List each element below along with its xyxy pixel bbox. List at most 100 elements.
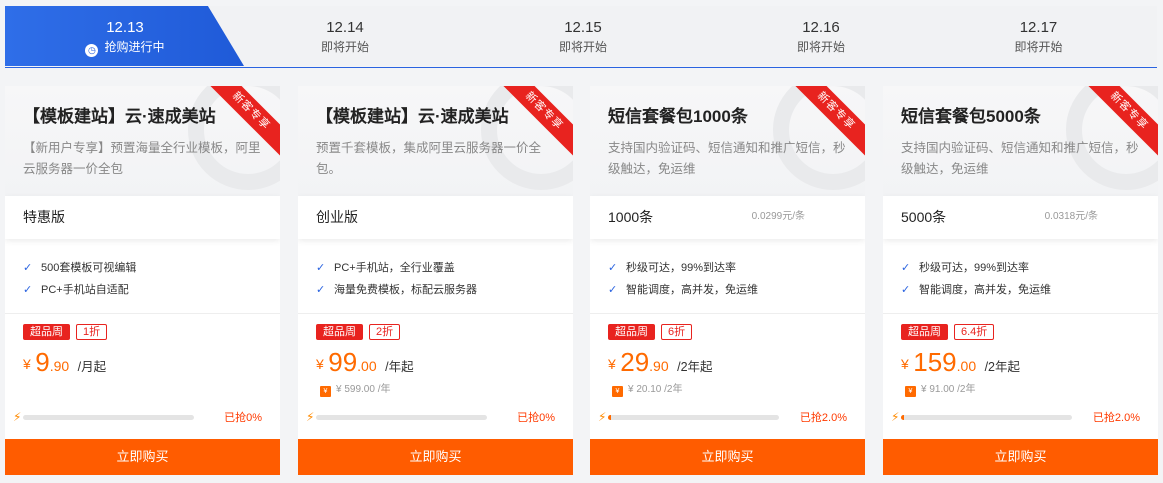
- price-period: /月起: [77, 360, 107, 374]
- promo-badges: 超品周 6折: [608, 324, 693, 340]
- buy-now-button[interactable]: 立即购买: [590, 439, 865, 475]
- super-week-badge: 超品周: [23, 324, 70, 340]
- sold-percentage: 已抢0%: [224, 412, 262, 424]
- card-header: 新客专享 【模板建站】云·速成美站 【新用户专享】预置海量全行业模板，阿里云服务…: [5, 86, 280, 196]
- feature-text: 智能调度，高并发，免运维: [919, 284, 1051, 296]
- promo-badges: 超品周 6.4折: [901, 324, 995, 340]
- card-header: 新客专享 短信套餐包1000条 支持国内验证码、短信通知和推广短信，秒级触达，免…: [590, 86, 865, 196]
- feature-item: ✓ PC+手机站，全行业覆盖: [316, 257, 477, 279]
- spec-name: 5000条: [901, 209, 947, 225]
- tab-date: 12.14: [326, 19, 364, 36]
- price: ¥ 9.90 /月起: [23, 347, 106, 377]
- card-description: 【新用户专享】预置海量全行业模板，阿里云服务器一价全包: [23, 141, 261, 176]
- check-icon: ✓: [23, 284, 33, 296]
- card-title: 短信套餐包1000条: [608, 107, 748, 126]
- price: ¥ 99.00 /年起: [316, 347, 414, 377]
- feature-item: ✓ 500套模板可视编辑: [23, 257, 136, 279]
- card-title: 【模板建站】云·速成美站: [316, 107, 509, 126]
- price-decimal: .90: [49, 358, 70, 374]
- product-card: 新客专享 短信套餐包1000条 支持国内验证码、短信通知和推广短信，秒级触达，免…: [590, 86, 865, 475]
- original-price: ¥ ¥ 20.10 /2年: [612, 383, 682, 397]
- tab-12-14[interactable]: 12.14 即将开始: [206, 6, 484, 66]
- progress-fill: [901, 415, 905, 420]
- feature-text: PC+手机站自适配: [41, 284, 129, 296]
- currency-symbol: ¥: [608, 356, 616, 372]
- price-decimal: .90: [649, 358, 669, 374]
- original-price: ¥ ¥ 91.00 /2年: [905, 383, 975, 397]
- price-decimal: .00: [357, 358, 377, 374]
- tab-12-17[interactable]: 12.17 即将开始: [920, 6, 1157, 66]
- check-icon: ✓: [608, 284, 618, 296]
- tab-status-label: 抢购进行中: [104, 40, 165, 54]
- sold-percentage: 已抢2.0%: [799, 412, 847, 424]
- feature-list: ✓ 秒级可达，99%到达率 ✓ 智能调度，高并发，免运维: [901, 257, 1051, 301]
- price: ¥ 159.00 /2年起: [901, 347, 1020, 377]
- original-price-text: ¥ 20.10 /2年: [628, 384, 683, 395]
- check-icon: ✓: [901, 262, 911, 274]
- progress-fill: [608, 415, 612, 420]
- feature-text: PC+手机站，全行业覆盖: [334, 262, 455, 274]
- price-decimal: .00: [956, 358, 977, 374]
- feature-text: 500套模板可视编辑: [41, 262, 137, 274]
- feature-item: ✓ 秒级可达，99%到达率: [608, 257, 758, 279]
- card-header: 新客专享 短信套餐包5000条 支持国内验证码、短信通知和推广短信，秒级触达，免…: [883, 86, 1158, 196]
- divider: [590, 313, 865, 314]
- tab-status: 即将开始: [796, 40, 845, 54]
- price-integer: 99: [328, 347, 358, 377]
- original-price: ¥ ¥ 599.00 /年: [320, 383, 390, 397]
- super-week-badge: 超品周: [901, 324, 948, 340]
- promo-badges: 超品周 1折: [23, 324, 108, 340]
- original-price-text: ¥ 599.00 /年: [336, 384, 391, 395]
- spec-selector[interactable]: 特惠版: [5, 196, 280, 239]
- feature-list: ✓ 秒级可达，99%到达率 ✓ 智能调度，高并发，免运维: [608, 257, 758, 301]
- feature-text: 智能调度，高并发，免运维: [626, 284, 758, 296]
- super-week-badge: 超品周: [316, 324, 363, 340]
- original-price-text: ¥ 91.00 /2年: [921, 384, 976, 395]
- buy-now-button[interactable]: 立即购买: [883, 439, 1158, 475]
- unit-price: 0.0299元/条: [751, 211, 805, 222]
- buy-now-button[interactable]: 立即购买: [5, 439, 280, 475]
- tab-date: 12.17: [1019, 19, 1058, 36]
- feature-item: ✓ 海量免费模板，标配云服务器: [316, 279, 477, 301]
- tab-12-15[interactable]: 12.15 即将开始: [444, 6, 722, 66]
- spec-name: 创业版: [316, 209, 358, 225]
- card-title: 【模板建站】云·速成美站: [23, 107, 216, 126]
- sold-percentage: 已抢0%: [517, 412, 555, 424]
- price: ¥ 29.90 /2年起: [608, 347, 713, 377]
- check-icon: ✓: [316, 262, 326, 274]
- card-header: 新客专享 【模板建站】云·速成美站 预置千套模板，集成阿里云服务器一价全包。: [298, 86, 573, 196]
- price-integer: 29: [620, 347, 650, 377]
- card-description: 支持国内验证码、短信通知和推广短信，秒级触达，免运维: [901, 141, 1139, 176]
- original-price-icon: ¥: [320, 386, 331, 397]
- discount-badge: 1折: [76, 324, 108, 340]
- card-description: 支持国内验证码、短信通知和推广短信，秒级触达，免运维: [608, 141, 846, 176]
- spec-name: 特惠版: [23, 209, 65, 225]
- tab-12-16[interactable]: 12.16 即将开始: [682, 6, 960, 66]
- feature-item: ✓ 智能调度，高并发，免运维: [901, 279, 1051, 301]
- progress-bar: [316, 415, 487, 420]
- check-icon: ✓: [608, 262, 618, 274]
- product-card: 新客专享 短信套餐包5000条 支持国内验证码、短信通知和推广短信，秒级触达，免…: [883, 86, 1158, 475]
- super-week-badge: 超品周: [608, 324, 655, 340]
- progress-bar: [23, 415, 194, 420]
- original-price-icon: ¥: [612, 386, 623, 397]
- check-icon: ✓: [23, 262, 33, 274]
- check-icon: ✓: [901, 284, 911, 296]
- feature-list: ✓ 500套模板可视编辑 ✓ PC+手机站自适配: [23, 257, 136, 301]
- product-card: 新客专享 【模板建站】云·速成美站 【新用户专享】预置海量全行业模板，阿里云服务…: [5, 86, 280, 475]
- buy-now-button[interactable]: 立即购买: [298, 439, 573, 475]
- spec-selector[interactable]: 5000条 0.0318元/条: [883, 196, 1158, 239]
- spec-selector[interactable]: 1000条 0.0299元/条: [590, 196, 865, 239]
- divider: [298, 313, 573, 314]
- spec-selector[interactable]: 创业版: [298, 196, 573, 239]
- tab-date: 12.16: [802, 19, 840, 36]
- unit-price: 0.0318元/条: [1044, 211, 1098, 222]
- original-price-icon: ¥: [905, 386, 916, 397]
- feature-item: ✓ PC+手机站自适配: [23, 279, 136, 301]
- date-tabs: 12.13 ◷ 抢购进行中 12.14 即将开始 12.15 即将开始 12.16…: [5, 6, 1157, 66]
- feature-text: 海量免费模板，标配云服务器: [334, 284, 477, 296]
- price-integer: 159: [913, 347, 957, 377]
- price-period: /2年起: [677, 360, 713, 374]
- feature-item: ✓ 智能调度，高并发，免运维: [608, 279, 758, 301]
- discount-badge: 6.4折: [954, 324, 995, 340]
